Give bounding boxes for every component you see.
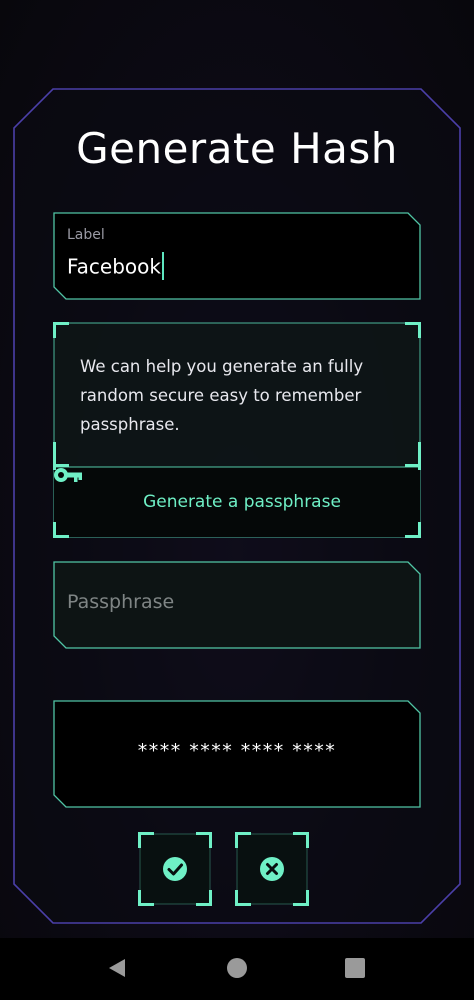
hash-value: **** **** **** **** bbox=[137, 740, 337, 762]
x-circle-icon bbox=[260, 857, 284, 881]
back-icon[interactable] bbox=[107, 958, 127, 982]
recent-apps-icon[interactable] bbox=[345, 958, 365, 978]
label-field-caption: Label bbox=[67, 227, 105, 243]
generate-passphrase-label: Generate a passphrase bbox=[143, 492, 341, 512]
confirm-button[interactable] bbox=[138, 832, 212, 906]
passphrase-field[interactable]: Passphrase bbox=[53, 561, 421, 649]
passphrase-placeholder: Passphrase bbox=[67, 591, 175, 613]
label-field[interactable]: Label Facebook bbox=[53, 212, 421, 300]
text-caret bbox=[161, 252, 164, 280]
page-title: Generate Hash bbox=[76, 124, 398, 173]
system-nav-bar bbox=[0, 938, 474, 1000]
home-icon[interactable] bbox=[227, 958, 247, 978]
label-field-value[interactable]: Facebook bbox=[67, 252, 164, 282]
hash-display: **** **** **** **** bbox=[53, 700, 421, 808]
cancel-button[interactable] bbox=[235, 832, 309, 906]
check-circle-icon bbox=[163, 857, 187, 881]
generate-passphrase-button[interactable]: Generate a passphrase bbox=[53, 467, 421, 537]
passphrase-info-box: We can help you generate an fully random… bbox=[53, 322, 421, 538]
passphrase-info-text: We can help you generate an fully random… bbox=[80, 357, 364, 434]
label-input-text: Facebook bbox=[67, 254, 161, 279]
